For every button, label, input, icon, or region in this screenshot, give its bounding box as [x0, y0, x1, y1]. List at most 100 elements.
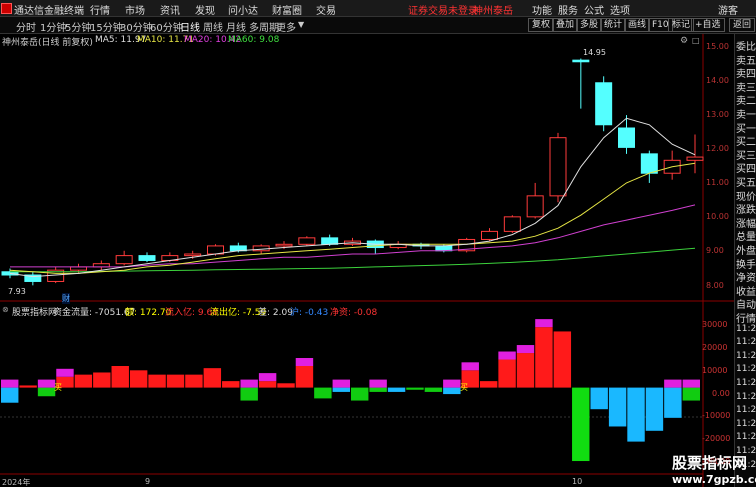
indicator-bar[interactable]	[258, 381, 277, 388]
quote-side-panel: 委比 卖五 卖四 卖三 卖二 卖一 买一 买二 买三 买四 买五 现价 涨跌 涨幅 总量 外盘 换手 净资 收益 自动…	[734, 34, 756, 487]
menu-news[interactable]: 资讯	[160, 2, 180, 17]
indicator-bar[interactable]	[535, 327, 553, 388]
guest-label[interactable]: 游客	[718, 2, 738, 17]
indicator-bar[interactable]	[295, 366, 314, 388]
tab-5min[interactable]: 5分钟	[65, 19, 91, 34]
candle-body[interactable]	[298, 237, 316, 245]
menu-trade[interactable]: 交易	[316, 2, 336, 17]
indicator-name[interactable]: 股票指标网	[12, 305, 57, 318]
finance-marker[interactable]: 财	[62, 293, 70, 304]
candle-body[interactable]	[321, 237, 339, 245]
candle-body[interactable]	[640, 153, 658, 174]
indicator-bar[interactable]	[608, 387, 627, 427]
tab-weekly[interactable]: 周线	[203, 19, 223, 34]
back-button[interactable]: 返回	[729, 18, 756, 32]
more-chevron-icon[interactable]: ▼	[298, 20, 304, 29]
indicator-bar[interactable]	[74, 374, 93, 388]
indicator-bar[interactable]	[516, 353, 535, 388]
stats-button[interactable]: 统计	[600, 18, 627, 32]
candle-body[interactable]	[526, 195, 544, 218]
indicator-bar[interactable]	[406, 387, 424, 390]
candle-body[interactable]	[481, 230, 498, 240]
indicator-bar[interactable]	[479, 381, 498, 388]
tab-monthly[interactable]: 月线	[226, 19, 246, 34]
indicator-bar[interactable]	[222, 381, 240, 388]
indicator-bar[interactable]	[351, 387, 369, 401]
indicator-bar[interactable]	[111, 366, 129, 388]
indicator-bar[interactable]	[185, 374, 203, 388]
candle-body[interactable]	[595, 82, 613, 126]
overlay-button[interactable]: 叠加	[552, 18, 579, 32]
menu-options[interactable]: 选项	[610, 2, 630, 17]
draw-line-button[interactable]: 画线	[624, 18, 651, 32]
indicator-bar[interactable]	[590, 387, 608, 410]
indicator-cap	[37, 379, 56, 388]
candle-body[interactable]	[503, 216, 521, 232]
indicator-bar[interactable]	[645, 387, 664, 431]
candle-body[interactable]	[275, 243, 293, 247]
indicator-bar[interactable]	[203, 368, 222, 388]
kline-chart[interactable]	[0, 34, 734, 487]
menu-formula[interactable]: 公式	[584, 2, 604, 17]
candle-body[interactable]	[184, 253, 202, 257]
indicator-bar[interactable]	[443, 387, 461, 395]
menu-function[interactable]: 功能	[532, 2, 552, 17]
candle-body[interactable]	[138, 255, 156, 261]
date-label: 2024年	[2, 478, 31, 487]
indicator-bar[interactable]	[572, 387, 590, 462]
indicator-bar[interactable]	[682, 387, 700, 401]
tab-timeshare[interactable]: 分时	[16, 19, 36, 34]
menu-ask[interactable]: 问小达	[228, 2, 258, 17]
candle-body[interactable]	[549, 137, 567, 197]
candle-body[interactable]	[115, 255, 133, 265]
tab-30min[interactable]: 30分钟	[120, 19, 153, 34]
tab-60min[interactable]: 60分钟	[150, 19, 183, 34]
menu-discover[interactable]: 发现	[195, 2, 215, 17]
candle-body[interactable]	[70, 266, 87, 271]
tab-15min[interactable]: 15分钟	[90, 19, 123, 34]
current-stock-name: 神州泰岳	[473, 6, 513, 17]
indicator-cap	[535, 319, 553, 328]
add-watchlist-button[interactable]: +自选	[691, 18, 725, 32]
candle-body[interactable]	[572, 59, 590, 63]
multi-stock-button[interactable]: 多股	[576, 18, 603, 32]
menu-wealth[interactable]: 财富圈	[272, 2, 302, 17]
buy-marker: 买	[460, 383, 468, 392]
indicator-bar[interactable]	[553, 331, 572, 388]
date-label: 9	[145, 477, 151, 486]
ind-tick: 0.00	[712, 389, 730, 398]
indicator-bar[interactable]	[424, 387, 443, 392]
indicator-bar[interactable]	[93, 372, 111, 388]
tab-1min[interactable]: 1分钟	[40, 19, 66, 34]
menu-quotes[interactable]: 行情	[90, 2, 110, 17]
indicator-bar[interactable]	[498, 359, 516, 388]
indicator-bar[interactable]	[240, 387, 258, 401]
candle-body[interactable]	[686, 156, 704, 161]
indicator-bar[interactable]	[314, 387, 332, 399]
indicator-bar[interactable]	[148, 374, 166, 388]
indicator-bar[interactable]	[37, 387, 56, 397]
indicator-bar[interactable]	[1, 387, 19, 403]
price-tick: 14.00	[706, 76, 729, 85]
indicator-bar[interactable]	[129, 370, 148, 388]
indicator-bar[interactable]	[19, 385, 37, 388]
login-notice[interactable]: 证券交易未登录	[408, 2, 478, 17]
price-tick: 8.00	[706, 281, 724, 290]
candle-body[interactable]	[618, 127, 635, 148]
tab-multi-period[interactable]: 多周期	[249, 19, 279, 34]
tab-more[interactable]: 更多	[276, 19, 296, 34]
indicator-gear-icon[interactable]: ⊗	[2, 305, 9, 314]
menu-service[interactable]: 服务	[558, 2, 578, 17]
indicator-bar[interactable]	[387, 387, 406, 392]
indicator-cap	[295, 358, 314, 366]
indicator-bar[interactable]	[166, 374, 185, 388]
indicator-bar[interactable]	[277, 383, 295, 388]
tab-daily[interactable]: 日线	[180, 19, 200, 34]
indicator-bar[interactable]	[332, 387, 350, 392]
adjust-button[interactable]: 复权	[528, 18, 555, 32]
side-panel-item: 11:26	[736, 378, 756, 388]
menu-market[interactable]: 市场	[125, 2, 145, 17]
indicator-bar[interactable]	[369, 387, 387, 392]
indicator-bar[interactable]	[664, 387, 682, 418]
indicator-bar[interactable]	[627, 387, 645, 442]
